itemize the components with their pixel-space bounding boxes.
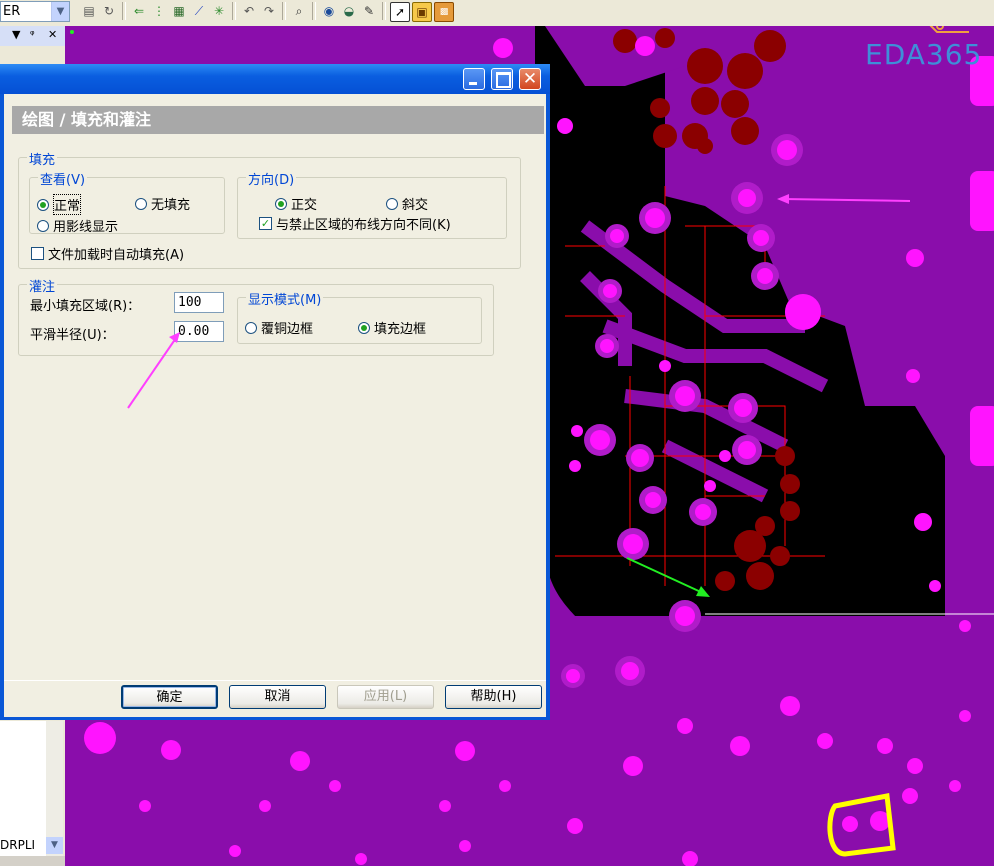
status-strip [0,856,65,866]
radio-no-fill-label: 无填充 [151,198,191,213]
dialog-titlebar[interactable]: ✕ [0,64,550,94]
toolbar-icons: ▤ ↻ ⇐ ⋮ ▦ ⟋ ✳ ↶ ↷ ⌕ ◉ ◒ ✎ ➚ ▣ ▩ [80,2,454,22]
radio-copper-outline-label: 覆铜边框 [261,322,314,337]
layers-icon[interactable]: ▣ [412,2,432,22]
wire-icon[interactable]: ⟋ [190,2,208,20]
radio-diagonal-label: 斜交 [402,198,429,213]
panel-header: ▼ ᵠ ✕ [0,26,65,46]
pour-group: 灌注 最小填充区域(R)： 100 平滑半径(U)： 0.00 显示模式(M) … [18,276,494,356]
fill-group: 填充 查看(V) 正常 无填充 用影线显示 方向(D) 正交 斜交 ✓ 与禁止区… [18,149,521,269]
dialog-body: 绘图 / 填充和灌注 填充 查看(V) 正常 无填充 用影线显示 方向(D) 正… [4,94,546,716]
redo-icon[interactable]: ↷ [260,2,278,20]
panel-truncated-text: DRPLI [0,838,36,852]
checkbox-auto-fill-label: 文件加载时自动填充(A) [48,248,185,263]
checkbox-diff-direction-label: 与禁止区域的布线方向不同(K) [276,218,451,233]
pour-group-title: 灌注 [27,276,58,295]
toolbar-separator [232,2,236,20]
radio-dot[interactable] [386,197,398,210]
component-icon[interactable]: ▦ [170,2,188,20]
refresh-icon[interactable]: ↻ [100,2,118,20]
maximize-button[interactable] [491,68,513,90]
direction-group: 方向(D) 正交 斜交 ✓ 与禁止区域的布线方向不同(K) [237,169,507,239]
view-group: 查看(V) 正常 无填充 用影线显示 [29,169,225,235]
layer-combo-value: ER [3,4,21,19]
radio-hatch[interactable]: 用影线显示 [37,216,118,235]
zoom-icon[interactable]: ⌕ [290,2,308,20]
close-icon[interactable]: ✕ [48,28,57,41]
checkbox-diff-direction[interactable]: ✓ 与禁止区域的布线方向不同(K) [259,214,451,233]
display-mode-group: 显示模式(M) 覆铜边框 填充边框 [237,289,482,344]
zoom-area-icon[interactable]: ◉ [320,2,338,20]
cursor-icon[interactable]: ➚ [390,2,410,22]
pan-icon[interactable]: ◒ [340,2,358,20]
route-icon[interactable]: ⇐ [130,2,148,20]
dialog-heading: 绘图 / 填充和灌注 [12,106,544,134]
direction-group-title: 方向(D) [246,169,297,188]
close-icon: ✕ [522,69,538,89]
radio-dot[interactable] [37,219,49,232]
undo-icon[interactable]: ↶ [240,2,258,20]
ok-button[interactable]: 确定 [121,685,218,709]
radio-fill-outline[interactable]: 填充边框 [358,318,426,337]
pin-icon[interactable]: ᵠ [30,28,35,41]
apply-button[interactable]: 应用(L) [337,685,434,709]
radio-dot[interactable] [37,198,49,211]
properties-icon[interactable]: ▤ [80,2,98,20]
layer-combo[interactable]: ER ▼ [0,1,70,22]
toolbar-separator [122,2,126,20]
radio-normal-label: 正常 [53,194,82,215]
checkbox-auto-fill[interactable]: 文件加载时自动填充(A) [31,244,184,263]
brush-icon[interactable]: ✎ [360,2,378,20]
checkbox-box[interactable] [31,247,44,260]
close-button[interactable]: ✕ [519,68,541,90]
scroll-down-icon[interactable]: ▼ [46,837,63,854]
help-button[interactable]: 帮助(H) [445,685,542,709]
radio-orthogonal[interactable]: 正交 [275,194,317,213]
radio-dot[interactable] [135,197,147,210]
eda365-watermark: EDA365 [865,38,983,71]
pads-icon[interactable]: ▩ [434,2,454,22]
dropdown-icon[interactable]: ▼ [12,28,20,41]
minimize-icon [469,82,477,85]
view-group-title: 查看(V) [38,169,88,188]
main-toolbar: ER ▼ ▤ ↻ ⇐ ⋮ ▦ ⟋ ✳ ↶ ↷ ⌕ ◉ ◒ ✎ ➚ ▣ ▩ [0,0,994,27]
toolbar-separator [312,2,316,20]
bus-icon[interactable]: ⋮ [150,2,168,20]
toolbar-separator [382,2,386,20]
smooth-radius-label: 平滑半径(U)： [30,328,115,343]
radio-no-fill[interactable]: 无填充 [135,194,190,213]
min-area-label: 最小填充区域(R)： [30,299,141,314]
fill-group-title: 填充 [27,149,58,168]
radio-dot[interactable] [275,197,287,210]
checkmark-icon[interactable]: ✓ [259,217,272,230]
panel-scrollbar[interactable]: ▼ [46,721,63,866]
chevron-down-icon[interactable]: ▼ [51,2,69,21]
toolbar-separator [282,2,286,20]
minimize-button[interactable] [463,68,485,90]
maximize-icon [496,72,511,88]
radio-diagonal[interactable]: 斜交 [386,194,428,213]
annotation-arrow [127,332,180,409]
origin-marker [70,30,74,34]
cancel-button[interactable]: 取消 [229,685,326,709]
radio-dot[interactable] [358,321,370,334]
radio-orthogonal-label: 正交 [291,198,318,213]
star-icon[interactable]: ✳ [210,2,228,20]
radio-normal[interactable]: 正常 [37,194,82,215]
display-mode-title: 显示模式(M) [246,289,324,308]
radio-dot[interactable] [245,321,257,334]
min-area-input[interactable]: 100 [174,292,224,313]
fill-pour-dialog: ✕ 绘图 / 填充和灌注 填充 查看(V) 正常 无填充 用影线显示 方向(D)… [0,64,550,720]
dialog-footer: 确定 取消 应用(L) 帮助(H) [4,680,546,717]
radio-fill-outline-label: 填充边框 [374,322,427,337]
radio-hatch-label: 用影线显示 [53,220,119,235]
radio-copper-outline[interactable]: 覆铜边框 [245,318,313,337]
